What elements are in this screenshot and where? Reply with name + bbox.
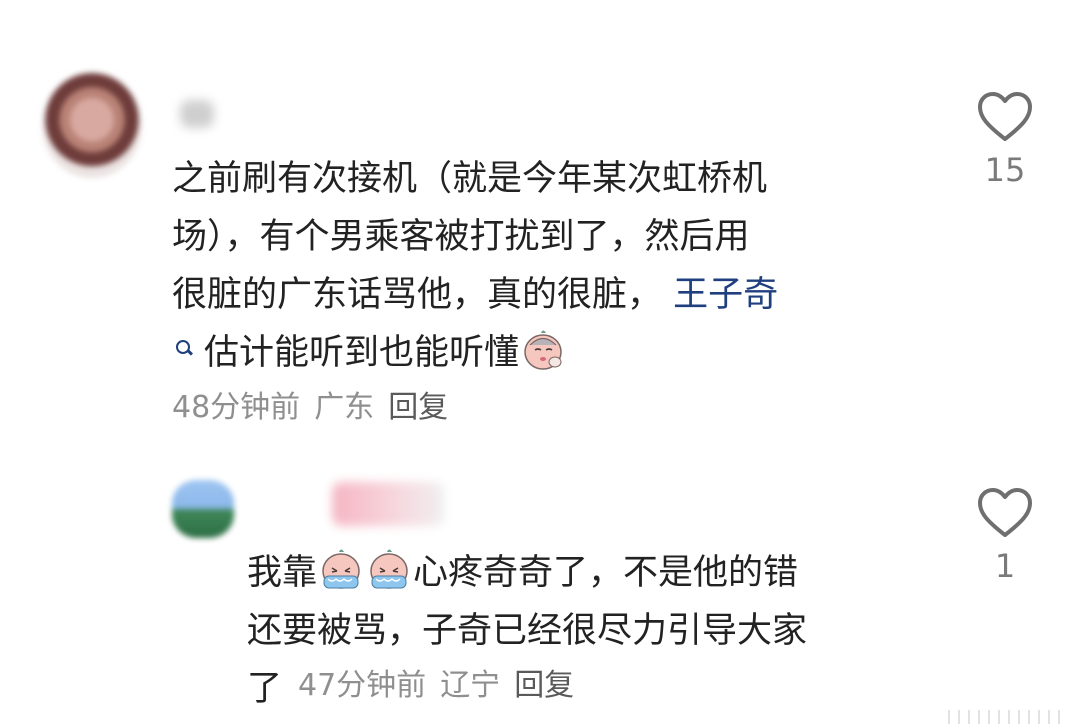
comment-line: 很脏的广东话骂他，真的很脏， 王子奇 [172,266,778,324]
comment-meta: 47分钟前 辽宁 回复 [298,666,588,706]
search-icon[interactable] [176,340,192,356]
comment-line-text: 心疼奇奇了，不是他的错 [413,553,799,593]
avatar[interactable] [172,480,234,538]
comment-line: 我靠 心疼奇奇了，不是他的错 [247,544,807,602]
comment-line-text: 很脏的广东话骂他，真的很脏， [172,275,663,315]
heart-icon [978,92,1032,141]
watermark-mark [948,710,1068,724]
comment-line-text: 估计能听到也能听懂 [204,333,520,373]
comment-line: 还要被骂，子奇已经很尽力引导大家 [247,611,808,651]
heart-icon [978,488,1032,537]
reply-button[interactable]: 回复 [514,668,574,703]
avatar[interactable] [42,72,142,178]
reply-button[interactable]: 回复 [388,390,448,425]
username-blurred[interactable] [332,482,444,526]
comment-location: 广东 [314,390,375,425]
crying-face-emoji [322,549,360,589]
crying-face-emoji [370,549,408,589]
username-blurred[interactable] [180,100,214,128]
comment-line: 场），有个男乘客被打扰到了，然后用 [172,217,750,257]
sad-face-emoji [524,330,562,370]
like-button[interactable]: 15 [970,92,1040,190]
mention-link[interactable]: 王子奇 [673,275,778,315]
comment-time: 47分钟前 [298,668,427,703]
comment-location: 辽宁 [440,668,501,703]
like-count: 15 [984,151,1026,189]
comment-line: 估计能听到也能听懂 [172,324,778,382]
comment-line: 之前刷有次接机（就是今年某次虹桥机 [172,159,768,199]
comment-line-text: 我靠 [247,553,318,593]
like-button[interactable]: 1 [970,488,1040,586]
comment-meta: 48分钟前 广东 回复 [172,388,462,428]
comment-text: 之前刷有次接机（就是今年某次虹桥机 场），有个男乘客被打扰到了，然后用 很脏的广… [172,150,778,382]
like-count: 1 [994,547,1016,585]
comment-time: 48分钟前 [172,390,301,425]
